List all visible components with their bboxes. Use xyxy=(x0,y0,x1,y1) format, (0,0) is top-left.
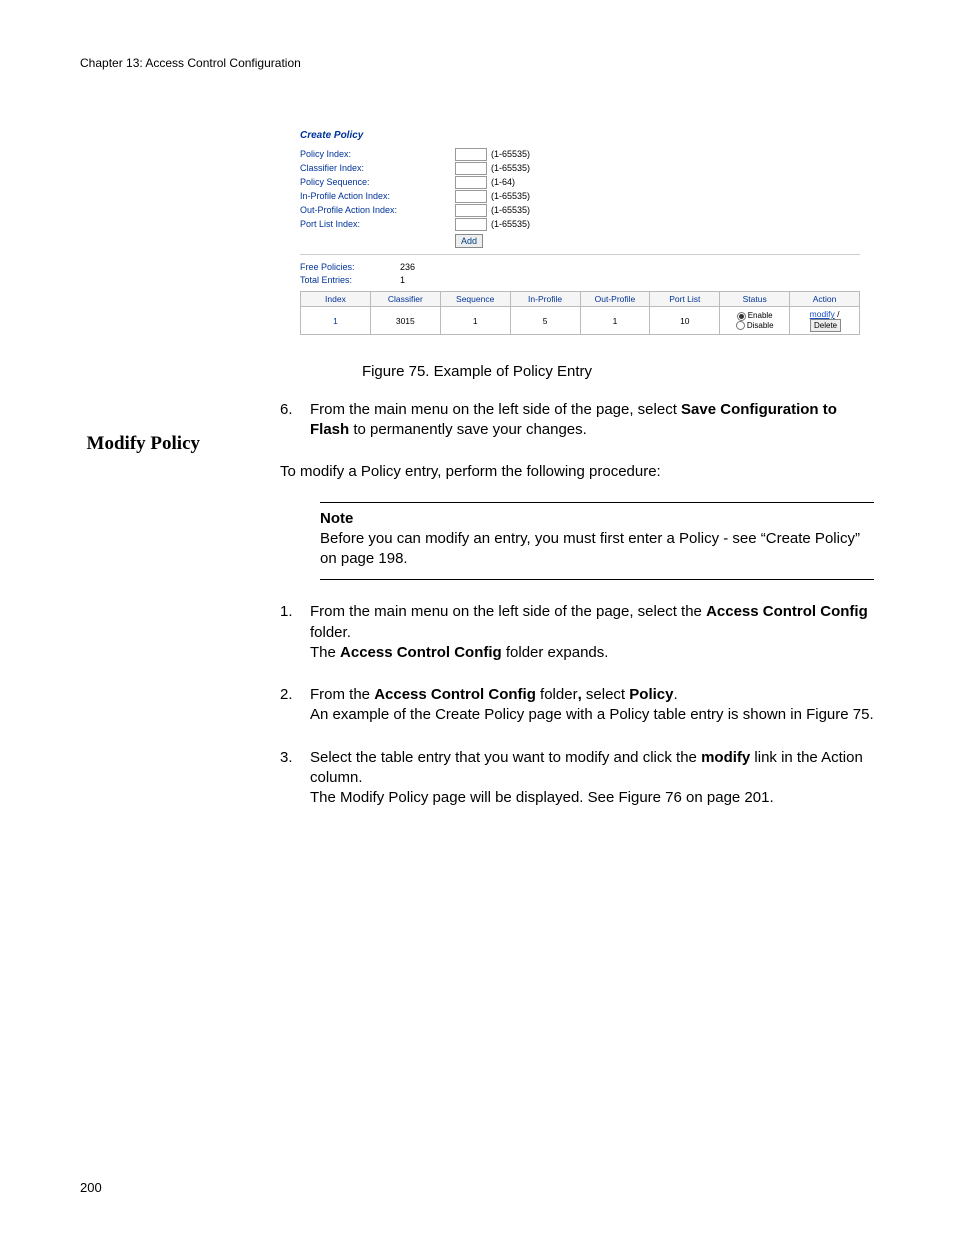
delete-button[interactable]: Delete xyxy=(810,319,841,332)
col-classifier: Classifier xyxy=(370,292,440,307)
note-text: Before you can modify an entry, you must… xyxy=(320,529,874,570)
cell-sequence: 1 xyxy=(440,307,510,335)
stat-free-policies: Free Policies: 236 xyxy=(300,261,860,274)
intro-text: To modify a Policy entry, perform the fo… xyxy=(280,463,874,480)
col-in-profile: In-Profile xyxy=(510,292,580,307)
field-classifier-index: Classifier Index: (1-65535) xyxy=(300,161,860,175)
divider xyxy=(300,254,860,255)
stat-total-entries: Total Entries: 1 xyxy=(300,274,860,287)
port-list-input[interactable] xyxy=(455,218,487,231)
create-policy-panel: Create Policy Policy Index: (1-65535) Cl… xyxy=(300,130,860,335)
cell-out-profile: 1 xyxy=(580,307,650,335)
chapter-header: Chapter 13: Access Control Configuration xyxy=(80,56,874,70)
in-profile-input[interactable] xyxy=(455,190,487,203)
note-box: Note Before you can modify an entry, you… xyxy=(320,502,874,581)
col-sequence: Sequence xyxy=(440,292,510,307)
out-profile-input[interactable] xyxy=(455,204,487,217)
field-policy-index: Policy Index: (1-65535) xyxy=(300,147,860,161)
step-6: 6. From the main menu on the left side o… xyxy=(280,400,874,441)
col-status: Status xyxy=(720,292,790,307)
field-policy-sequence: Policy Sequence: (1-64) xyxy=(300,175,860,189)
radio-enable[interactable] xyxy=(737,312,746,321)
cell-classifier: 3015 xyxy=(370,307,440,335)
field-in-profile: In-Profile Action Index: (1-65535) xyxy=(300,189,860,203)
section-heading-modify-policy: Modify Policy xyxy=(80,433,200,455)
col-action: Action xyxy=(790,292,860,307)
col-index: Index xyxy=(301,292,371,307)
figure-caption: Figure 75. Example of Policy Entry xyxy=(80,363,874,380)
radio-disable[interactable] xyxy=(736,321,745,330)
policy-table: Index Classifier Sequence In-Profile Out… xyxy=(300,291,860,335)
page-number: 200 xyxy=(80,1180,102,1195)
field-out-profile: Out-Profile Action Index: (1-65535) xyxy=(300,203,860,217)
modify-link[interactable]: modify xyxy=(810,309,835,319)
cell-index: 1 xyxy=(301,307,371,335)
cell-port-list: 10 xyxy=(650,307,720,335)
col-out-profile: Out-Profile xyxy=(580,292,650,307)
classifier-index-input[interactable] xyxy=(455,162,487,175)
policy-sequence-input[interactable] xyxy=(455,176,487,189)
table-row: 1 3015 1 5 1 10 Enable Disable modify / … xyxy=(301,307,860,335)
panel-title: Create Policy xyxy=(300,130,860,141)
add-button[interactable]: Add xyxy=(455,234,483,248)
step-1: 1. From the main menu on the left side o… xyxy=(280,602,874,663)
cell-in-profile: 5 xyxy=(510,307,580,335)
cell-status: Enable Disable xyxy=(720,307,790,335)
note-label: Note xyxy=(320,509,874,529)
cell-action: modify / Delete xyxy=(790,307,860,335)
policy-index-input[interactable] xyxy=(455,148,487,161)
col-port-list: Port List xyxy=(650,292,720,307)
step-3: 3. Select the table entry that you want … xyxy=(280,748,874,809)
field-port-list: Port List Index: (1-65535) xyxy=(300,217,860,231)
step-2: 2. From the Access Control Config folder… xyxy=(280,685,874,726)
